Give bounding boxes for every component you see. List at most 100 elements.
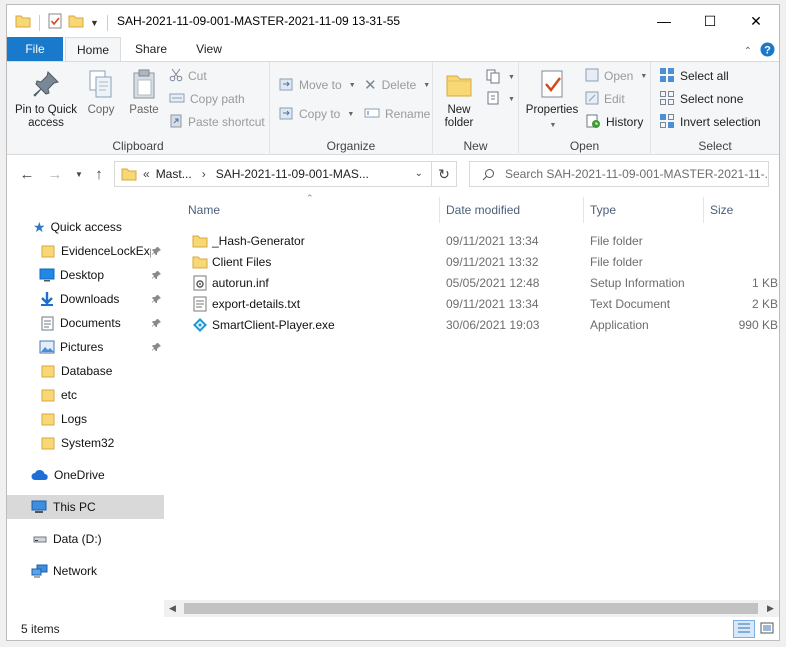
breadcrumb-segment-master[interactable]: Mast... bbox=[156, 167, 192, 181]
nav-item-evidencelockexp[interactable]: EvidenceLockExp bbox=[7, 239, 164, 263]
ribbon-tabs: File Home Share View ⌃ ? bbox=[7, 37, 779, 62]
nav-item-downloads[interactable]: Downloads bbox=[7, 287, 164, 311]
file-size bbox=[702, 252, 778, 273]
tab-view[interactable]: View bbox=[181, 37, 237, 61]
nav-item-label: Pictures bbox=[60, 340, 104, 354]
pin-icon[interactable] bbox=[152, 269, 162, 283]
select-none-button[interactable]: Select none bbox=[659, 89, 743, 109]
pin-icon[interactable] bbox=[152, 317, 162, 331]
maximize-button[interactable]: ☐ bbox=[687, 5, 733, 37]
nav-network[interactable]: Network bbox=[7, 559, 164, 583]
select-all-button[interactable]: Select all bbox=[659, 66, 729, 86]
nav-this-pc[interactable]: This PC bbox=[7, 495, 164, 519]
scroll-left-icon[interactable]: ◀ bbox=[164, 600, 181, 617]
app-icon bbox=[192, 317, 208, 338]
search-box[interactable]: Search SAH-2021-11-09-001-MASTER-2021-11… bbox=[469, 161, 769, 187]
properties-icon bbox=[536, 68, 568, 100]
nav-item-label: Downloads bbox=[60, 292, 120, 306]
properties-button[interactable]: Properties ▼ bbox=[523, 68, 581, 132]
minimize-button[interactable]: — bbox=[641, 5, 687, 37]
tab-share[interactable]: Share bbox=[123, 37, 179, 61]
copy-path-button[interactable]: Copy path bbox=[169, 89, 245, 109]
pin-to-quick-access-button[interactable]: Pin to Quick access bbox=[13, 68, 79, 130]
new-item-button[interactable]: ▼ bbox=[485, 67, 515, 87]
invert-selection-button[interactable]: Invert selection bbox=[659, 112, 761, 132]
file-row[interactable]: autorun.inf 05/05/2021 12:48 Setup Infor… bbox=[182, 273, 778, 294]
file-row[interactable]: Client Files 09/11/2021 13:32 File folde… bbox=[182, 252, 778, 273]
easy-access-button[interactable]: ▼ bbox=[485, 89, 515, 109]
pin-icon[interactable] bbox=[152, 245, 162, 259]
chevron-right-icon: › bbox=[201, 167, 206, 181]
close-icon: ✕ bbox=[750, 12, 762, 29]
chevron-up-icon[interactable]: ⌃ bbox=[744, 46, 752, 57]
cut-button[interactable]: Cut bbox=[169, 66, 207, 86]
column-header-date[interactable]: Date modified bbox=[440, 197, 584, 223]
nav-onedrive[interactable]: OneDrive bbox=[7, 463, 164, 487]
recent-locations-button[interactable]: ▼ bbox=[69, 164, 89, 184]
search-placeholder: Search SAH-2021-11-09-001-MASTER-2021-11… bbox=[505, 167, 769, 181]
column-header-type[interactable]: Type bbox=[584, 197, 704, 223]
history-button[interactable]: History bbox=[585, 112, 643, 132]
edit-label: Edit bbox=[604, 92, 625, 106]
tab-home[interactable]: Home bbox=[65, 37, 121, 62]
delete-button[interactable]: ✕ Delete ▼ bbox=[364, 75, 430, 95]
large-icons-view-button[interactable] bbox=[756, 620, 778, 638]
computer-icon bbox=[31, 500, 47, 514]
tab-file[interactable]: File bbox=[7, 37, 63, 61]
nav-item-logs[interactable]: Logs bbox=[7, 407, 164, 431]
paste-button[interactable]: Paste bbox=[125, 68, 163, 117]
file-date: 09/11/2021 13:32 bbox=[446, 255, 539, 269]
scroll-right-icon[interactable]: ▶ bbox=[762, 600, 779, 617]
file-row[interactable]: export-details.txt 09/11/2021 13:34 Text… bbox=[182, 294, 778, 315]
nav-item-system32[interactable]: System32 bbox=[7, 431, 164, 455]
horizontal-scrollbar[interactable]: ◀ ▶ bbox=[164, 600, 779, 617]
new-folder-label-line2: folder bbox=[444, 117, 474, 129]
move-to-icon bbox=[278, 76, 294, 95]
help-icon[interactable]: ? bbox=[760, 42, 775, 60]
nav-quick-access[interactable]: ★ Quick access bbox=[7, 215, 164, 239]
forward-button[interactable]: → bbox=[45, 164, 65, 184]
nav-item-documents[interactable]: Documents bbox=[7, 311, 164, 335]
file-row[interactable]: _Hash-Generator 09/11/2021 13:34 File fo… bbox=[182, 231, 778, 252]
pin-icon[interactable] bbox=[152, 341, 162, 355]
edit-button[interactable]: Edit bbox=[585, 89, 625, 109]
nav-item-database[interactable]: Database bbox=[7, 359, 164, 383]
breadcrumb-overflow[interactable]: « bbox=[143, 167, 150, 181]
close-button[interactable]: ✕ bbox=[733, 5, 779, 37]
chevron-down-icon: ▼ bbox=[508, 73, 515, 81]
up-button[interactable]: ↑ bbox=[89, 164, 109, 184]
breadcrumb-segment-current[interactable]: SAH-2021-11-09-001-MAS... bbox=[216, 167, 369, 181]
copy-to-button[interactable]: Copy to ▼ bbox=[278, 104, 354, 124]
nav-item-label: Database bbox=[61, 364, 113, 378]
rename-button[interactable]: Rename bbox=[364, 104, 430, 124]
column-header-size[interactable]: Size bbox=[704, 197, 779, 223]
nav-item-desktop[interactable]: Desktop bbox=[7, 263, 164, 287]
copy-path-icon bbox=[169, 92, 185, 107]
column-header-name[interactable]: Name bbox=[182, 197, 440, 223]
nav-item-label: Documents bbox=[60, 316, 121, 330]
chevron-down-icon[interactable]: ▼ bbox=[90, 18, 99, 28]
properties-label: Properties bbox=[525, 104, 579, 116]
refresh-button[interactable]: ↻ bbox=[431, 161, 457, 187]
copy-button[interactable]: Copy bbox=[83, 68, 119, 117]
nav-data-drive[interactable]: Data (D:) bbox=[7, 527, 164, 551]
scrollbar-thumb[interactable] bbox=[184, 603, 758, 614]
new-folder-button[interactable]: New folder bbox=[439, 68, 479, 130]
pin-icon[interactable] bbox=[152, 293, 162, 307]
nav-item-etc[interactable]: etc bbox=[7, 383, 164, 407]
invert-selection-label: Invert selection bbox=[680, 115, 761, 129]
divider bbox=[106, 14, 108, 31]
invert-selection-icon bbox=[659, 113, 675, 132]
file-row[interactable]: SmartClient-Player.exe 30/06/2021 19:03 … bbox=[182, 315, 778, 336]
details-view-button[interactable] bbox=[733, 620, 755, 638]
open-button[interactable]: Open ▼ bbox=[585, 66, 647, 86]
move-to-button[interactable]: Move to ▼ bbox=[278, 75, 356, 95]
paste-shortcut-button[interactable]: Paste shortcut bbox=[169, 112, 265, 132]
new-folder-qat-icon[interactable] bbox=[68, 14, 84, 31]
nav-item-pictures[interactable]: Pictures bbox=[7, 335, 164, 359]
chevron-down-icon[interactable]: ⌄ bbox=[415, 168, 423, 179]
address-bar[interactable]: « Mast... › SAH-2021-11-09-001-MAS... ⌄ bbox=[114, 161, 432, 187]
properties-qat-icon[interactable] bbox=[48, 13, 62, 32]
delete-label: Delete bbox=[381, 78, 417, 92]
back-button[interactable]: ← bbox=[17, 164, 37, 184]
